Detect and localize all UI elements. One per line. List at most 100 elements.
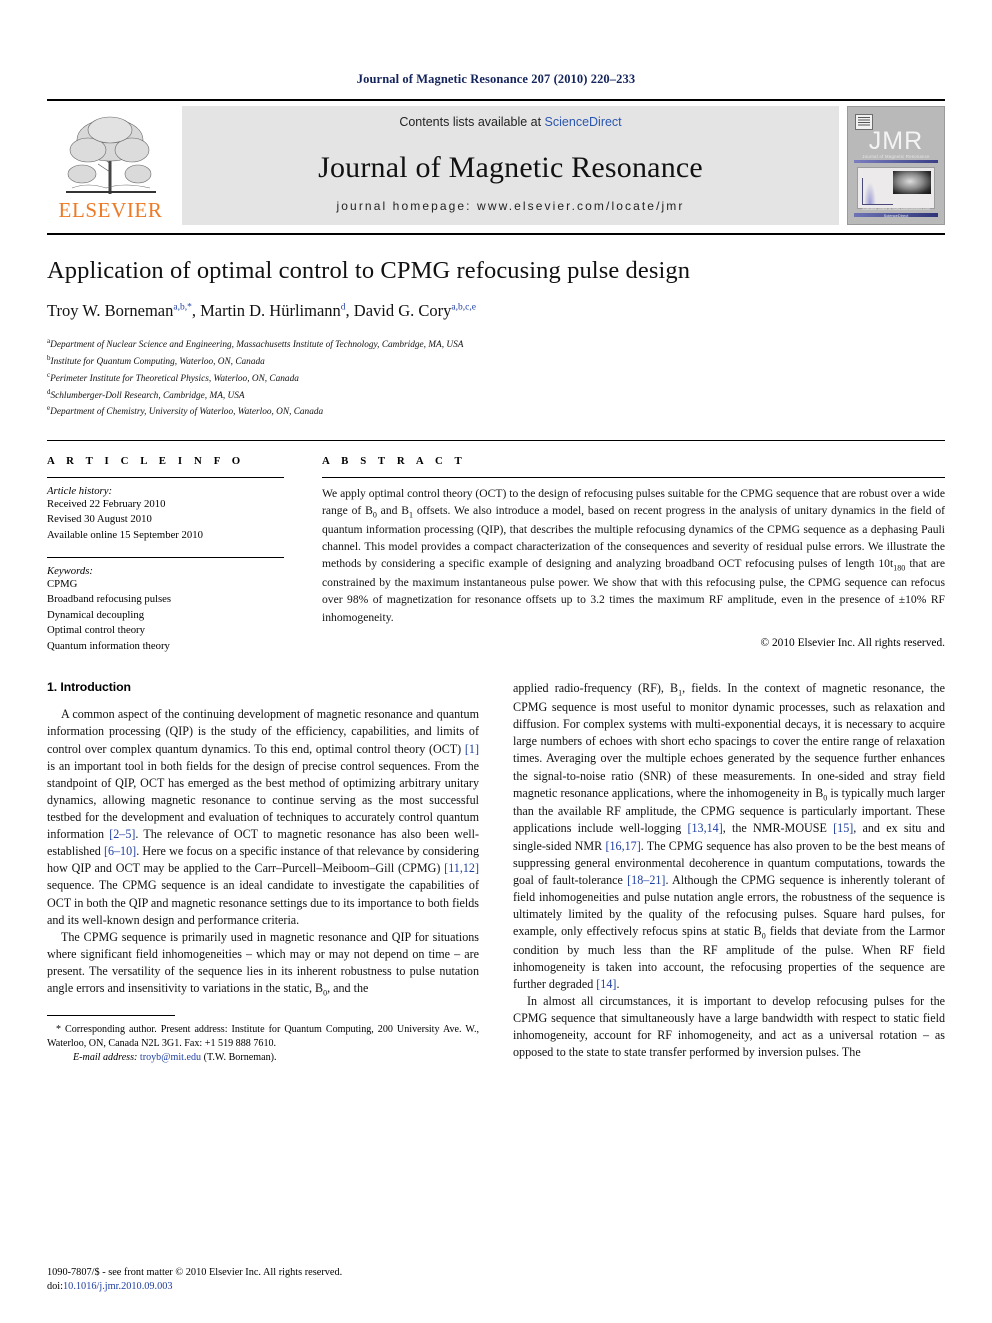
- divider: [47, 556, 284, 558]
- affiliation-item: bInstitute for Quantum Computing, Waterl…: [47, 353, 945, 370]
- author-affiliation-marks: a,b,*: [173, 302, 192, 313]
- abstract-part: offsets. We also introduce a model, base…: [322, 504, 945, 571]
- paragraph-part: , and the: [327, 981, 369, 996]
- running-head: Journal of Magnetic Resonance 207 (2010)…: [356, 72, 636, 86]
- abstract-text: We apply optimal control theory (OCT) to…: [322, 485, 945, 625]
- body-column-left: 1. Introduction A common aspect of the c…: [47, 680, 479, 1065]
- author-name[interactable]: David G. Cory: [354, 301, 452, 320]
- sciencedirect-link[interactable]: ScienceDirect: [545, 115, 622, 129]
- cover-title: JMR: [868, 127, 924, 155]
- abstract-heading: A B S T R A C T: [322, 455, 467, 468]
- affiliation-text: Department of Chemistry, University of W…: [50, 407, 324, 418]
- info-abstract-section: A R T I C L E I N F O Article history: R…: [47, 440, 945, 654]
- paragraph: In almost all circumstances, it is impor…: [513, 994, 945, 1060]
- page-title: Application of optimal control to CPMG r…: [47, 257, 691, 284]
- keyword-item: Optimal control theory: [47, 624, 145, 637]
- journal-title: Journal of Magnetic Resonance: [318, 151, 703, 184]
- author-name[interactable]: Martin D. Hürlimann: [200, 301, 341, 320]
- contents-list-line: Contents lists available at ScienceDirec…: [399, 115, 621, 129]
- footnote-block: * Corresponding author. Present address:…: [47, 1014, 479, 1065]
- affiliation-item: cPerimeter Institute for Theoretical Phy…: [47, 370, 945, 387]
- affiliation-item: dSchlumberger-Doll Research, Cambridge, …: [47, 387, 945, 404]
- affiliation-item: aDepartment of Nuclear Science and Engin…: [47, 336, 945, 353]
- author-affiliation-marks: a,b,c,e: [451, 302, 476, 313]
- article-history-label: Article history:: [47, 485, 113, 498]
- contents-list-prefix: Contents lists available at: [399, 115, 545, 129]
- elsevier-tree-icon: [58, 106, 163, 202]
- email-link[interactable]: troyb@mit.edu: [140, 1052, 201, 1063]
- masthead-center-panel: Contents lists available at ScienceDirec…: [182, 106, 839, 225]
- affiliation-text: Perimeter Institute for Theoretical Phys…: [50, 373, 299, 384]
- author-affiliation-marks: d: [340, 302, 346, 313]
- citation-link[interactable]: [13,14]: [687, 821, 722, 835]
- paragraph-part: .: [616, 977, 620, 992]
- body-columns: 1. Introduction A common aspect of the c…: [47, 680, 945, 1065]
- title-block: Application of optimal control to CPMG r…: [47, 233, 945, 420]
- paragraph-part: , fields. In the context of magnetic res…: [513, 681, 945, 800]
- paragraph-part: The CPMG sequence is primarily used in m…: [47, 929, 479, 996]
- footnote-email-label: E-mail address:: [73, 1052, 138, 1064]
- cover-subtitle: Journal of Magnetic Resonance: [862, 154, 930, 159]
- footnote-divider: [47, 1014, 175, 1016]
- paragraph: A common aspect of the continuing develo…: [47, 706, 479, 928]
- article-history-item: Revised 30 August 2010: [47, 513, 152, 526]
- keyword-item: Dynamical decoupling: [47, 608, 145, 621]
- citation-link[interactable]: [1]: [465, 742, 479, 756]
- footnote-corresponding-author: * Corresponding author. Present address:…: [47, 1023, 479, 1049]
- author-list: Troy W. Bornemana,b,*, Martin D. Hürlima…: [47, 301, 476, 320]
- elsevier-logo: ELSEVIER: [47, 101, 174, 233]
- footer-doi-line: doi:10.1016/j.jmr.2010.09.003: [47, 1280, 342, 1295]
- journal-cover-thumbnail: JMR Journal of Magnetic Resonance Availa…: [847, 106, 945, 225]
- paragraph-part: sequence. The CPMG sequence is an ideal …: [47, 878, 479, 927]
- article-info-column: A R T I C L E I N F O Article history: R…: [47, 455, 310, 654]
- keyword-item: CPMG: [47, 577, 78, 590]
- abstract-part: and B: [376, 504, 409, 518]
- abstract-copyright: © 2010 Elsevier Inc. All rights reserved…: [760, 636, 945, 649]
- divider: [47, 477, 284, 479]
- page-footer: 1090-7807/$ - see front matter © 2010 El…: [47, 1266, 342, 1295]
- author-name[interactable]: Troy W. Borneman: [47, 301, 173, 320]
- divider: [322, 477, 945, 479]
- paragraph: applied radio-frequency (RF), B1, fields…: [513, 680, 945, 993]
- section-heading-introduction: 1. Introduction: [47, 680, 131, 695]
- citation-link[interactable]: [14]: [596, 977, 616, 991]
- keyword-item: Broadband refocusing pulses: [47, 593, 172, 606]
- citation-link[interactable]: [2–5]: [109, 827, 135, 841]
- cover-footer-line2: ScienceDirect: [883, 213, 909, 218]
- footnote-email-owner: (T.W. Borneman).: [203, 1052, 277, 1064]
- footnote-email-line: E-mail address: troyb@mit.edu (T.W. Born…: [47, 1051, 479, 1065]
- paragraph-part: applied radio-frequency (RF), B: [513, 681, 679, 696]
- abstract-subscript: 180: [893, 563, 906, 573]
- cover-footer-line1: Available online at www.sciencedirect.co…: [862, 207, 930, 211]
- footer-frontmatter-line: 1090-7807/$ - see front matter © 2010 El…: [47, 1266, 343, 1278]
- paragraph-part: , the NMR-MOUSE: [722, 821, 834, 836]
- keyword-item: Quantum information theory: [47, 639, 170, 652]
- article-history-item: Available online 15 September 2010: [47, 528, 203, 541]
- affiliation-text: Institute for Quantum Computing, Waterlo…: [50, 356, 265, 367]
- doi-label: doi:: [47, 1281, 64, 1293]
- affiliation-list: aDepartment of Nuclear Science and Engin…: [47, 336, 945, 420]
- citation-link[interactable]: [18–21]: [627, 873, 665, 887]
- paragraph: The CPMG sequence is primarily used in m…: [47, 929, 479, 999]
- journal-homepage[interactable]: journal homepage: www.elsevier.com/locat…: [337, 199, 685, 213]
- paragraph-part: A common aspect of the continuing develo…: [47, 707, 479, 756]
- cover-figure-image: [893, 171, 931, 194]
- affiliation-item: eDepartment of Chemistry, University of …: [47, 403, 945, 420]
- affiliation-text: Department of Nuclear Science and Engine…: [50, 340, 464, 351]
- body-column-right: applied radio-frequency (RF), B1, fields…: [513, 680, 945, 1065]
- affiliation-text: Schlumberger-Doll Research, Cambridge, M…: [50, 390, 245, 401]
- abstract-column: A B S T R A C T We apply optimal control…: [310, 455, 945, 654]
- cover-figure-plot: [862, 178, 893, 205]
- doi-link[interactable]: 10.1016/j.jmr.2010.09.003: [63, 1281, 173, 1292]
- keywords-label: Keywords:: [47, 564, 93, 577]
- citation-link[interactable]: [16,17]: [605, 839, 640, 853]
- citation-link[interactable]: [11,12]: [444, 861, 479, 875]
- article-info-heading: A R T I C L E I N F O: [47, 455, 245, 468]
- cover-figure: [857, 167, 935, 209]
- citation-link[interactable]: [15]: [833, 821, 853, 835]
- article-history-item: Received 22 February 2010: [47, 498, 166, 511]
- citation-link[interactable]: [6–10]: [104, 844, 136, 858]
- journal-masthead: ELSEVIER Contents lists available at Sci…: [47, 99, 945, 233]
- elsevier-wordmark: ELSEVIER: [58, 198, 163, 222]
- paper-page: Journal of Magnetic Resonance 207 (2010)…: [0, 0, 992, 1323]
